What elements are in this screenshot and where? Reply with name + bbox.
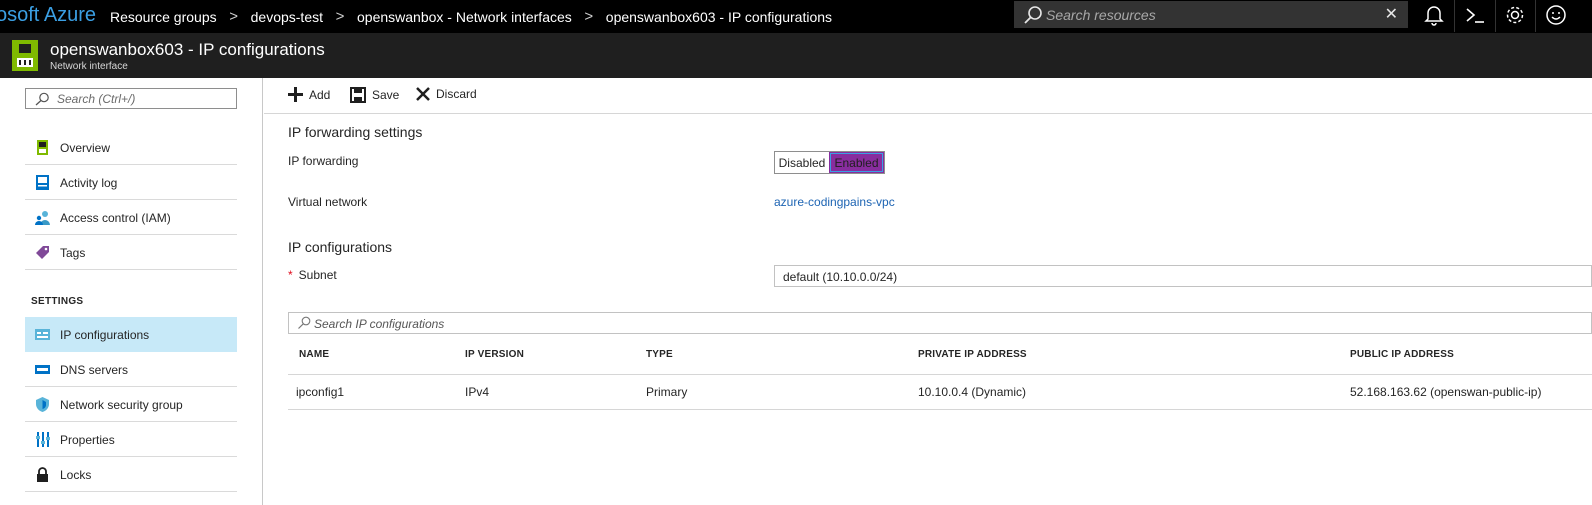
cell-ip-version: IPv4 <box>465 385 490 399</box>
discard-button[interactable]: Discard <box>416 87 477 101</box>
breadcrumb-separator-icon: > <box>335 8 345 25</box>
menu-search-placeholder: Search (Ctrl+/) <box>57 92 136 106</box>
add-button[interactable]: Add <box>288 87 330 102</box>
brand-logo-text[interactable]: osoft Azure <box>0 4 96 27</box>
sidebar-item-overview[interactable]: Overview <box>25 130 237 165</box>
dns-icon <box>35 365 50 374</box>
sidebar-item-locks[interactable]: Locks <box>25 457 237 492</box>
table-header-divider <box>288 374 1592 375</box>
column-header-private-ip[interactable]: PRIVATE IP ADDRESS <box>918 349 1027 360</box>
main-content: Add Save Discard IP forwarding settings … <box>264 78 1592 505</box>
command-bar: Add Save Discard <box>264 78 1592 114</box>
ip-forwarding-label: IP forwarding <box>288 154 359 168</box>
sidebar-item-label: Locks <box>60 468 92 482</box>
bell-icon[interactable] <box>1414 0 1454 30</box>
lock-icon <box>37 467 48 482</box>
resource-menu: Search (Ctrl+/) Overview Activity log Ac… <box>0 78 263 505</box>
sidebar-item-label: Tags <box>60 246 86 260</box>
toggle-option-enabled[interactable]: Enabled <box>829 152 884 173</box>
breadcrumb-resource-groups[interactable]: Resource groups <box>110 9 217 25</box>
save-button-label: Save <box>372 88 400 102</box>
search-icon <box>35 92 49 106</box>
toggle-option-disabled[interactable]: Disabled <box>775 152 829 173</box>
gear-icon[interactable] <box>1495 0 1535 30</box>
search-icon <box>1024 6 1042 24</box>
ip-forwarding-section-title: IP forwarding settings <box>288 124 423 140</box>
discard-button-label: Discard <box>436 87 477 101</box>
breadcrumb-devops-test[interactable]: devops-test <box>251 9 323 25</box>
sidebar-item-label: IP configurations <box>60 328 150 342</box>
ip-forwarding-toggle[interactable]: Disabled Enabled <box>774 151 885 174</box>
add-button-label: Add <box>309 87 331 102</box>
properties-icon <box>36 432 50 447</box>
sidebar-item-access-control[interactable]: Access control (IAM) <box>25 200 237 235</box>
sidebar-item-label: Overview <box>60 141 111 155</box>
subnet-label-text: Subnet <box>298 268 337 282</box>
shield-icon <box>36 397 49 412</box>
virtual-network-label: Virtual network <box>288 195 368 209</box>
global-search-placeholder: Search resources <box>1046 7 1156 23</box>
sidebar-item-label: Properties <box>60 433 115 447</box>
column-header-ip-version[interactable]: IP VERSION <box>465 349 524 360</box>
sidebar-item-label: Network security group <box>60 398 183 412</box>
page-subtitle: Network interface <box>50 61 128 72</box>
search-icon <box>298 316 311 329</box>
sidebar-item-dns-servers[interactable]: DNS servers <box>25 352 237 387</box>
sidebar-item-label: Access control (IAM) <box>60 211 171 225</box>
column-header-public-ip[interactable]: PUBLIC IP ADDRESS <box>1350 349 1454 360</box>
subnet-label: * Subnet <box>288 268 337 282</box>
sidebar-item-ip-configurations[interactable]: IP configurations <box>25 317 237 352</box>
blade-header: openswanbox603 - IP configurations Netwo… <box>0 33 1592 78</box>
save-button[interactable]: Save <box>350 87 399 103</box>
close-icon <box>416 87 430 101</box>
plus-icon <box>288 87 303 102</box>
ip-configurations-section-title: IP configurations <box>288 239 393 255</box>
nic-icon <box>37 140 48 155</box>
save-icon <box>350 87 366 103</box>
global-search-input[interactable]: Search resources ✕ <box>1014 1 1408 28</box>
iam-icon <box>35 211 50 225</box>
smiley-icon[interactable] <box>1536 0 1576 30</box>
activity-log-icon <box>36 175 49 190</box>
sidebar-item-label: Activity log <box>60 176 118 190</box>
column-header-type[interactable]: TYPE <box>646 349 673 360</box>
tag-icon <box>36 246 49 259</box>
required-marker: * <box>288 268 293 282</box>
breadcrumb: Resource groups > devops-test > openswan… <box>110 0 832 33</box>
breadcrumb-network-interfaces[interactable]: openswanbox - Network interfaces <box>357 9 572 25</box>
page-title: openswanbox603 - IP configurations <box>50 40 325 59</box>
breadcrumb-current[interactable]: openswanbox603 - IP configurations <box>606 9 832 25</box>
table-row-divider <box>288 409 1592 410</box>
column-header-name[interactable]: NAME <box>299 349 329 360</box>
breadcrumb-separator-icon: > <box>229 8 238 25</box>
sidebar-item-label: DNS servers <box>60 363 129 377</box>
virtual-network-link[interactable]: azure-codingpains-vpc <box>774 195 895 209</box>
subnet-select[interactable]: default (10.10.0.0/24) <box>774 265 1592 287</box>
sidebar-item-tags[interactable]: Tags <box>25 235 237 270</box>
network-interface-icon <box>12 40 38 71</box>
breadcrumb-separator-icon: > <box>584 8 594 25</box>
cell-private-ip: 10.10.0.4 (Dynamic) <box>918 385 1027 399</box>
cloud-shell-icon[interactable] <box>1455 0 1495 30</box>
cell-name[interactable]: ipconfig1 <box>296 385 344 399</box>
sidebar-item-network-security-group[interactable]: Network security group <box>25 387 237 422</box>
sidebar-item-activity-log[interactable]: Activity log <box>25 165 237 200</box>
ip-config-icon <box>35 329 50 340</box>
clear-search-icon[interactable]: ✕ <box>1385 4 1398 24</box>
ip-config-search-placeholder: Search IP configurations <box>314 317 445 331</box>
settings-heading: SETTINGS <box>31 296 84 307</box>
cell-type: Primary <box>646 385 688 399</box>
top-bar: osoft Azure Resource groups > devops-tes… <box>0 0 1592 33</box>
cell-public-ip: 52.168.163.62 (openswan-public-ip) <box>1350 385 1542 399</box>
menu-search-input[interactable]: Search (Ctrl+/) <box>25 88 237 109</box>
ip-config-search-input[interactable]: Search IP configurations <box>288 312 1592 334</box>
sidebar-item-properties[interactable]: Properties <box>25 422 237 457</box>
